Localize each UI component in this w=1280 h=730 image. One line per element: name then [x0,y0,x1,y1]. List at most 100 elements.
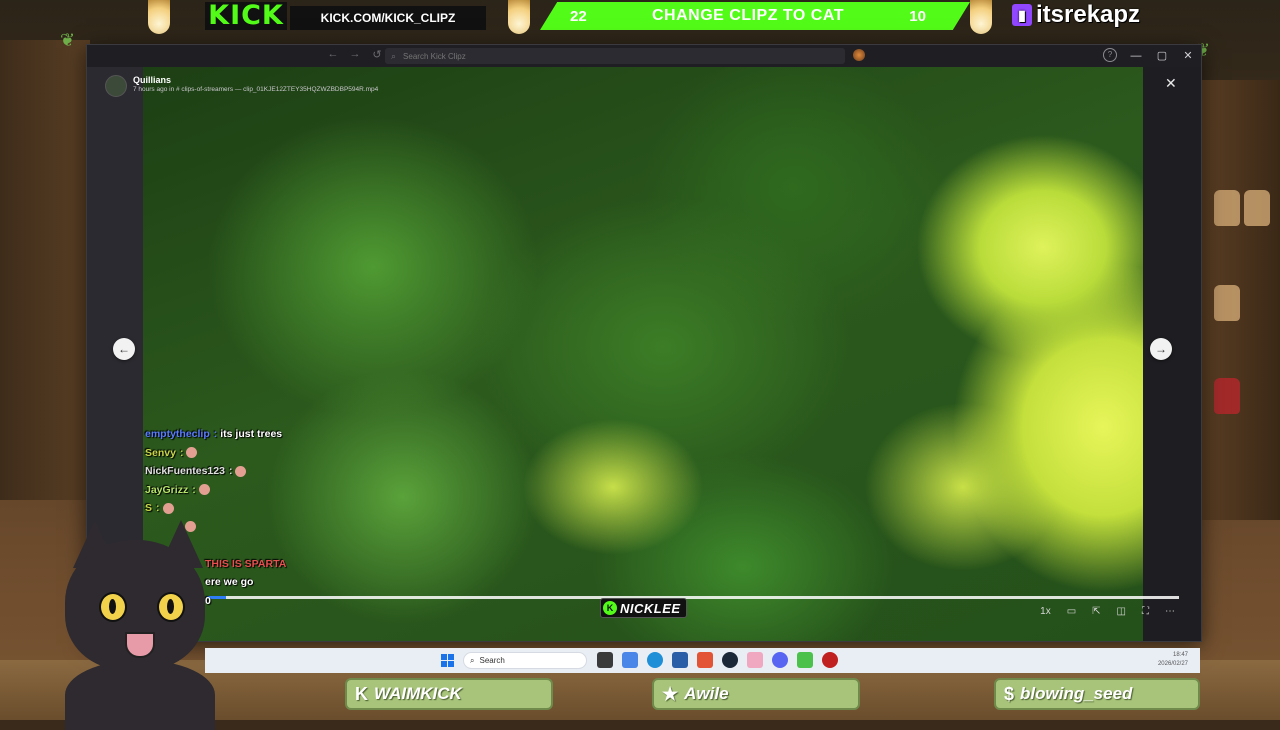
chat-message: its just trees [220,428,283,440]
brave-icon[interactable] [697,652,713,668]
kick-k-icon: K [603,601,617,615]
app-icon[interactable] [797,652,813,668]
task-view-icon[interactable] [597,652,613,668]
ceiling-lamp [970,0,992,34]
ceiling-lamp [508,0,530,34]
taskbar-search-label: Search [479,656,505,665]
system-clock[interactable]: 18:47 2026/02/27 [1158,651,1188,669]
search-bar[interactable]: ⌕ [385,48,845,64]
bottom-label-right-text: blowing_seed [1020,684,1133,703]
twitch-handle-text: itsrekapz [1036,1,1141,28]
chat-colon: : [213,428,218,440]
chat-emote-icon [162,502,174,514]
bottom-label-right: $ blowing_seed [994,678,1200,710]
kick-url: KICK.COM/KICK_CLIPZ [290,6,486,30]
chat-line: S: [145,502,286,521]
more-options-icon[interactable]: ⋯ [1165,606,1175,617]
windows-start-icon[interactable] [441,654,454,667]
playback-speed[interactable]: 1x [1040,606,1051,617]
search-icon: ⌕ [391,50,397,61]
popout-icon[interactable]: ⇱ [1092,606,1100,617]
clip-video[interactable] [143,67,1143,641]
vtuber-cat-avatar [55,520,220,730]
chat-username[interactable]: S [145,502,152,514]
previous-media-button[interactable]: ← [113,338,135,360]
kick-k-icon: K [355,683,368,704]
chat-colon: : [228,465,233,477]
author-avatar[interactable] [105,75,127,97]
right-shelf [1200,80,1280,520]
chat-colon: : [156,502,160,514]
video-progress-bar[interactable] [207,596,1179,599]
search-icon: ⌕ [470,655,475,665]
captions-icon[interactable]: ▭ [1067,606,1076,617]
twitch-icon: ▮ [1012,4,1032,26]
twitch-handle: ▮ itsrekapz [1012,0,1140,30]
help-icon[interactable]: ? [1103,48,1117,62]
bottom-label-left-text: WAIMKICK [374,684,462,703]
fullscreen-icon[interactable]: ⛶ [1142,606,1149,617]
author-name[interactable]: Quillians [133,75,378,85]
title-bar: ← → ↺ ⌕ ? — ▢ ✕ [87,45,1201,67]
chat-line: Senvy: [145,447,286,466]
close-viewer-icon[interactable]: ✕ [1165,75,1177,92]
windows-taskbar: ⌕ Search 18:47 2026/02/27 [205,648,1200,673]
minimize-button[interactable]: — [1123,47,1149,65]
chat-colon: : [179,446,184,459]
search-input[interactable] [401,50,826,62]
chat-line: emptytheclip: its just trees [145,428,286,447]
next-media-button[interactable]: → [1150,338,1172,360]
dollar-icon: $ [1004,683,1015,704]
chat-line: JayGrizz: [145,484,286,503]
jar [1214,190,1240,226]
obs-icon[interactable] [822,652,838,668]
cat-mouth [125,632,155,658]
pip-icon[interactable]: ◫ [1117,606,1126,617]
chat-emote-icon [198,484,210,496]
chat-line: NickFuentes123: [145,465,286,484]
chat-username[interactable]: JayGrizz [145,484,188,496]
store-icon[interactable] [672,652,688,668]
video-controls: 1x ▭ ⇱ ◫ ⛶ ⋯ [1040,606,1175,617]
forward-icon[interactable]: → [345,48,365,61]
nicklee-tag: K NICKLEE [600,598,687,618]
close-button[interactable]: ✕ [1175,47,1201,65]
vote-bar: 22 CHANGE CLIPZ TO CAT 10 [540,2,970,30]
bottom-label-middle-text: Awile [684,684,729,703]
taskbar-search[interactable]: ⌕ Search [463,652,587,669]
discord-icon[interactable] [772,652,788,668]
chat-username[interactable]: NickFuentes123 [145,465,225,477]
taskbar-apps [597,652,838,668]
edge-icon[interactable] [647,652,663,668]
media-header: Quillians 7 hours ago in # clips-of-stre… [105,75,378,97]
history-nav: ← → ↺ [323,48,387,61]
media-meta: 7 hours ago in # clips-of-streamers — cl… [133,86,379,93]
jar [1214,285,1240,321]
vote-left-count: 22 [570,7,587,25]
back-icon[interactable]: ← [323,48,343,61]
star-icon: ★ [662,683,679,704]
window-controls: — ▢ ✕ [1123,47,1201,65]
cat-eye [157,592,185,622]
vote-right-count: 10 [909,7,926,25]
bottom-label-middle: ★ Awile [652,678,860,710]
app-icon[interactable] [747,652,763,668]
left-shelf [0,40,90,500]
kick-logo: KICK [205,2,287,30]
cat-eye [99,592,127,622]
steam-icon[interactable] [722,652,738,668]
bottom-label-left: K WAIMKICK [345,678,553,710]
vine-decoration: ❦ [60,30,76,50]
jar [1214,378,1240,414]
jar [1244,190,1270,226]
chat-username[interactable]: emptytheclip [145,428,210,440]
maximize-button[interactable]: ▢ [1149,47,1175,65]
extension-icon[interactable] [853,49,865,61]
chat-username[interactable]: Senvy [145,447,176,459]
history-icon[interactable]: ↺ [367,48,387,61]
chat-colon: : [192,483,196,496]
chat-emote-icon [235,465,247,477]
chat-emote-icon [186,447,198,459]
clock-time: 18:47 [1172,652,1188,658]
copilot-icon[interactable] [622,652,638,668]
